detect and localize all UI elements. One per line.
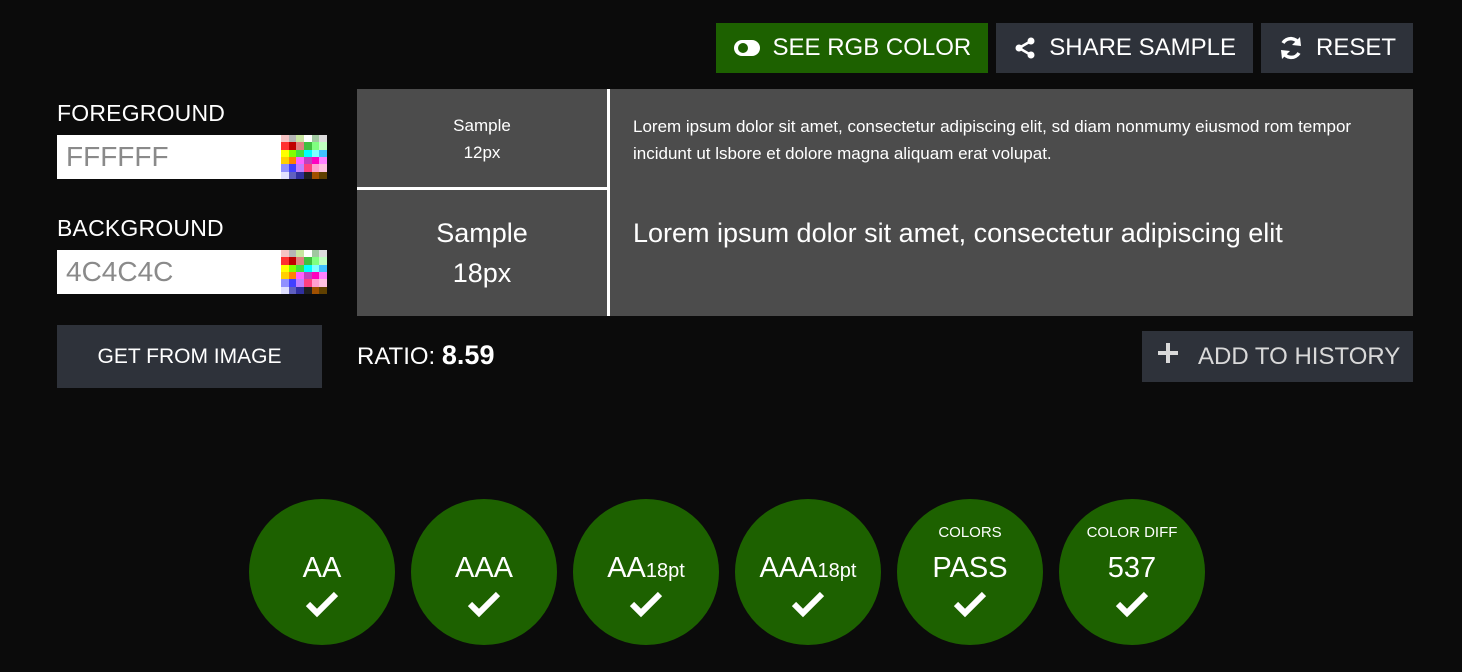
result-badge-sub: 18pt <box>645 560 685 582</box>
background-label: BACKGROUND <box>57 215 224 241</box>
check-icon <box>952 589 988 624</box>
result-badge: AAA <box>411 499 557 645</box>
sample-12px-label: Sample 12px <box>357 89 607 188</box>
contrast-checker-page: SEE RGB COLOR SHARE SAMPLE RESET FOREGRO… <box>0 0 1462 672</box>
sample-12px-label-line1: Sample <box>453 115 511 135</box>
result-badge-label: AA <box>249 551 395 588</box>
contrast-ratio: RATIO: 8.59 <box>357 340 494 371</box>
reset-button[interactable]: RESET <box>1260 23 1413 73</box>
result-badge-main: AAA <box>454 552 514 584</box>
reset-label: RESET <box>1315 34 1396 61</box>
sample-divider-vertical <box>607 89 610 316</box>
result-badge-sub: 18pt <box>817 560 857 582</box>
results-row: AA AAA AA18pt AAA18pt COLORS PASS COLOR DIFF 53… <box>249 499 1205 645</box>
sample-12px-text: Lorem ipsum dolor sit amet, consectetur … <box>633 117 1352 163</box>
foreground-label: FOREGROUND <box>57 100 226 126</box>
refresh-icon <box>1278 35 1304 61</box>
result-badge-label: AAA18pt <box>735 551 881 588</box>
check-icon <box>304 589 340 624</box>
get-from-image-button[interactable]: GET FROM IMAGE <box>57 325 322 388</box>
sample-18px-text: Lorem ipsum dolor sit amet, consectetur … <box>633 218 1283 248</box>
toggle-icon <box>733 39 761 57</box>
result-badge-label: AAA <box>411 551 557 588</box>
background-input[interactable] <box>57 250 281 294</box>
add-to-history-label: ADD TO HISTORY <box>1198 342 1401 370</box>
background-field-row <box>57 250 327 294</box>
check-icon <box>790 589 826 624</box>
add-to-history-button[interactable]: ADD TO HISTORY <box>1142 331 1413 382</box>
result-badge: COLORS PASS <box>897 499 1043 645</box>
share-icon <box>1013 36 1037 60</box>
result-badge-caption: COLORS <box>938 524 1002 541</box>
top-toolbar: SEE RGB COLOR SHARE SAMPLE RESET <box>715 23 1413 73</box>
background-palette-icon[interactable] <box>281 250 327 294</box>
sample-18px-label: Sample 18px <box>357 190 607 316</box>
result-badge-main: AAA <box>759 552 818 584</box>
sample-12px-label-line2: 12px <box>463 142 501 162</box>
result-badge-label: PASS <box>897 551 1043 588</box>
check-icon <box>1114 589 1150 624</box>
check-icon <box>466 589 502 624</box>
plus-icon <box>1156 341 1180 372</box>
foreground-input[interactable] <box>57 135 281 179</box>
foreground-field-row <box>57 135 327 179</box>
share-sample-label: SHARE SAMPLE <box>1049 34 1236 61</box>
sample-18px-label-line1: Sample <box>436 218 528 248</box>
sample-18px-label-line2: 18px <box>452 258 512 288</box>
result-badge: AAA18pt <box>735 499 881 645</box>
see-rgb-color-label: SEE RGB COLOR <box>772 34 972 61</box>
result-badge-main: PASS <box>932 552 1008 584</box>
sample-preview: Sample 12px Sample 18px Lorem ipsum dolo… <box>357 89 1413 316</box>
color-inputs: FOREGROUND BACKGROUND <box>57 100 327 294</box>
result-badge-caption: COLOR DIFF <box>1086 524 1178 541</box>
result-badge-label: AA18pt <box>573 551 719 588</box>
result-badge: AA18pt <box>573 499 719 645</box>
result-badge: AA <box>249 499 395 645</box>
result-badge: COLOR DIFF 537 <box>1059 499 1205 645</box>
see-rgb-color-button[interactable]: SEE RGB COLOR <box>715 23 989 73</box>
result-badge-main: AA <box>607 552 646 584</box>
ratio-label: RATIO: <box>357 343 436 370</box>
check-icon <box>628 589 664 624</box>
ratio-value: 8.59 <box>441 340 495 370</box>
result-badge-main: AA <box>302 552 342 584</box>
result-badge-label: 537 <box>1059 551 1205 588</box>
share-sample-button[interactable]: SHARE SAMPLE <box>996 23 1253 73</box>
result-badge-main: 537 <box>1107 552 1157 584</box>
foreground-palette-icon[interactable] <box>281 135 327 179</box>
